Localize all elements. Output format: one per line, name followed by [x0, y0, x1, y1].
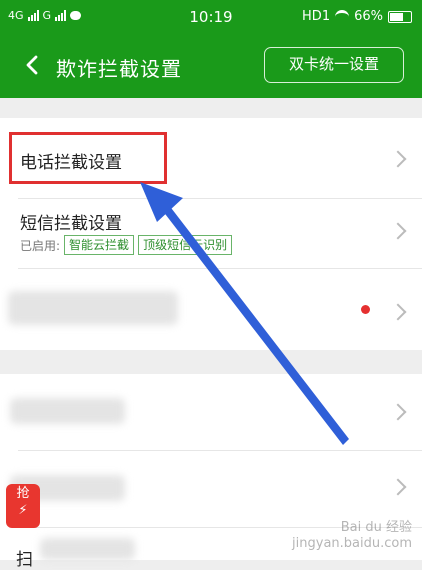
wifi-icon [335, 10, 350, 23]
sms-enabled-features: 已启用: 智能云拦截 顶级短信云识别 [20, 235, 233, 255]
watermark-line1: Bai du 经验 [340, 520, 412, 535]
watermark: Bai du 经验 jingyan.baidu.com [292, 520, 412, 552]
blurred-label [10, 398, 125, 424]
blurred-settings-row[interactable] [0, 269, 422, 350]
watermark-line2: jingyan.baidu.com [292, 536, 412, 551]
page-title: 欺诈拦截设置 [56, 57, 182, 81]
blurred-label [40, 538, 135, 560]
chevron-right-icon [389, 478, 407, 496]
back-arrow-icon[interactable] [22, 54, 44, 76]
partial-row-label: 扫 [16, 550, 33, 570]
chevron-right-icon [389, 303, 407, 321]
feature-tag: 顶级短信云识别 [138, 235, 233, 255]
chevron-right-icon [389, 222, 407, 240]
sms-block-settings-row[interactable]: 短信拦截设置 [0, 199, 422, 269]
highlight-box [9, 132, 167, 184]
battery-icon [388, 10, 412, 23]
chevron-right-icon [389, 150, 407, 168]
status-bar: 4G G 10:19 HD1 66% [0, 0, 422, 36]
lightning-icon: ⚡ [18, 503, 28, 518]
sms-block-settings-label: 短信拦截设置 [20, 214, 122, 234]
feature-tag: 智能云拦截 [64, 235, 135, 255]
network-label: HD1 [302, 9, 331, 24]
enabled-prefix: 已启用: [20, 238, 61, 253]
battery-percent: 66% [354, 9, 383, 24]
blurred-settings-row[interactable] [0, 451, 422, 527]
blurred-settings-row[interactable] [0, 374, 422, 450]
notification-dot [361, 305, 370, 314]
grab-floating-button[interactable]: 抢 ⚡ [6, 484, 40, 528]
grab-label: 抢 [16, 486, 30, 501]
navigation-bar: 欺诈拦截设置 双卡统一设置 [0, 36, 422, 98]
dual-card-settings-button[interactable]: 双卡统一设置 [264, 47, 404, 83]
blurred-label [8, 291, 178, 325]
chevron-right-icon [389, 403, 407, 421]
app-header: 4G G 10:19 HD1 66% 欺诈拦截设置 双卡统一设置 [0, 0, 422, 98]
